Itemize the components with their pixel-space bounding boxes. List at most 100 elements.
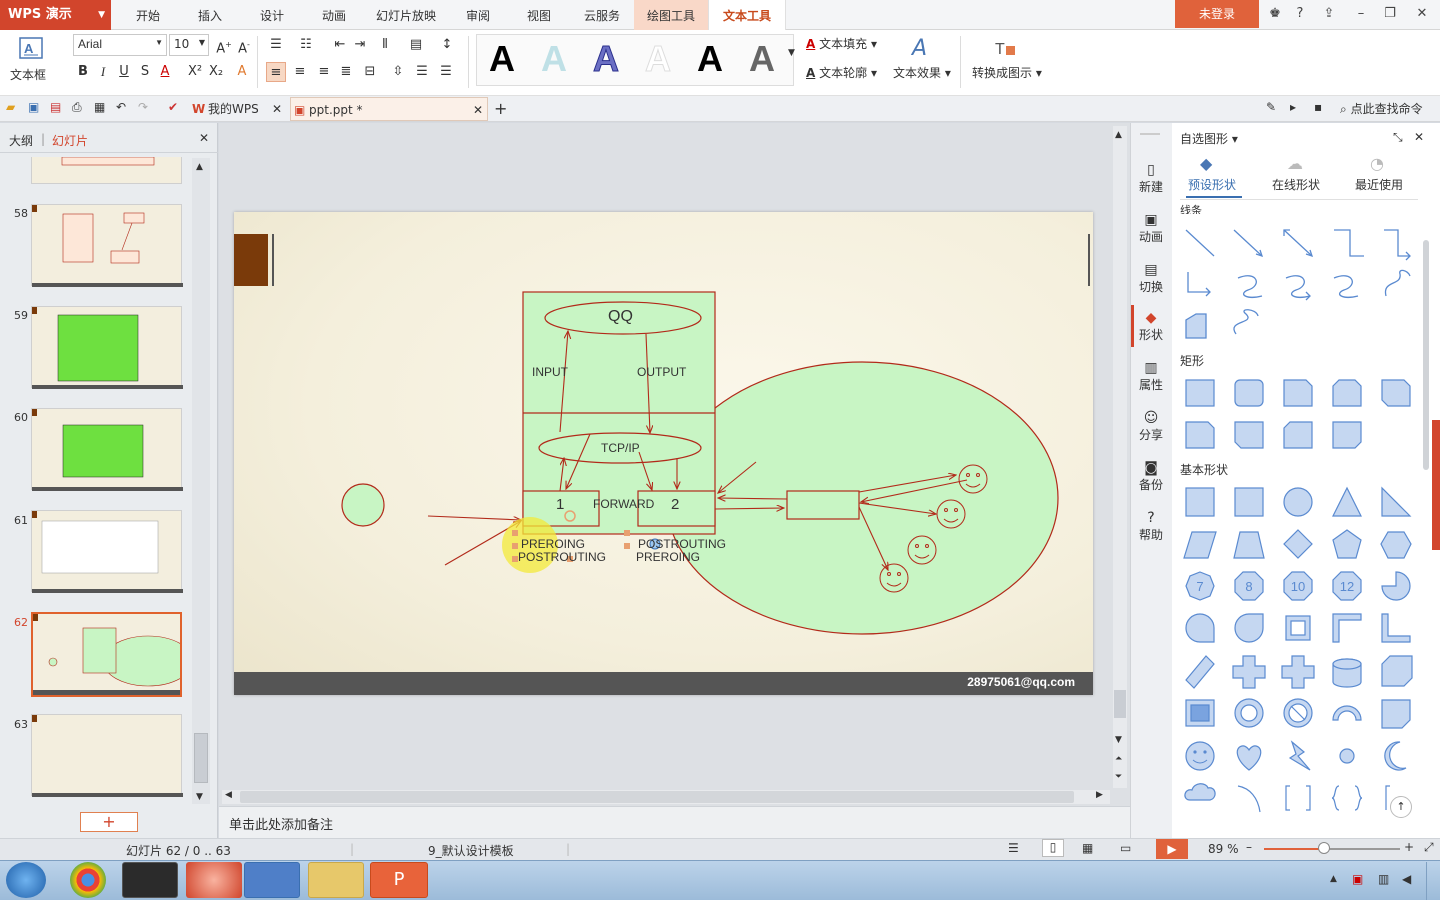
align-center-icon[interactable]: ≡	[290, 62, 310, 82]
doc-tab-mywps[interactable]: W 我的WPS ✕	[190, 97, 286, 121]
network-icon[interactable]: ▣	[1352, 872, 1363, 886]
new-tab-icon[interactable]: +	[494, 99, 507, 118]
italic-icon[interactable]: I	[93, 62, 113, 82]
sidebar-item-animation[interactable]: ▣ 动画	[1130, 212, 1172, 245]
close-icon[interactable]: ✕	[1407, 0, 1437, 28]
scroll-left-icon[interactable]: ◀	[225, 790, 232, 800]
selection-handle[interactable]	[512, 543, 518, 549]
selection-handle[interactable]	[624, 530, 630, 536]
tab-start[interactable]: 开始	[123, 0, 173, 30]
convert-diagram-button[interactable]: 转换成图示 ▾	[972, 64, 1042, 81]
volume-icon[interactable]: ◀	[1402, 872, 1411, 886]
tab-slides[interactable]: 幻灯片	[52, 132, 88, 149]
sidebar-item-help[interactable]: ? 帮助	[1130, 510, 1172, 543]
sidebar-item-shapes[interactable]: ◆ 形状	[1130, 310, 1172, 343]
selection-handle[interactable]	[512, 530, 518, 536]
wordart-style-6[interactable]: A	[738, 34, 786, 84]
scroll-right-icon[interactable]: ▶	[1096, 790, 1103, 800]
show-desktop-button[interactable]	[1426, 862, 1440, 900]
close-tab-icon[interactable]: ✕	[473, 98, 483, 122]
selection-handle[interactable]	[624, 543, 630, 549]
zoom-out-icon[interactable]: –	[1246, 840, 1252, 854]
file-explorer-icon[interactable]	[308, 862, 364, 898]
vertical-scroll-thumb[interactable]	[1114, 690, 1126, 718]
slides-scrollbar[interactable]	[192, 158, 210, 804]
textbox-icon[interactable]: A	[10, 36, 46, 62]
slide-62[interactable]: QQ INPUT OUTPUT TCP/IP 1 FORWARD 2 PRERO…	[234, 212, 1093, 695]
tab-text-tools[interactable]: 文本工具	[708, 0, 786, 31]
shape-panel-scrollbar[interactable]	[1423, 240, 1429, 470]
format-painter-icon[interactable]: ✔	[168, 100, 178, 114]
virtualbox-icon[interactable]	[244, 862, 300, 898]
left-postrouting-label[interactable]: POSTROUTING	[518, 550, 606, 564]
right-prerouting-label[interactable]: PREROING	[636, 550, 700, 564]
text-effect-icon[interactable]: A	[912, 36, 927, 61]
superscript-icon[interactable]: X²	[185, 62, 205, 82]
scroll-up-icon[interactable]: ▲	[1115, 130, 1122, 140]
slide-thumb-58[interactable]	[31, 204, 183, 287]
line-shapes[interactable]	[1185, 229, 1411, 339]
tab-review[interactable]: 审阅	[455, 0, 501, 30]
open-folder-icon[interactable]: ▰	[6, 100, 15, 114]
tab-slideshow[interactable]: 幻灯片放映	[368, 0, 444, 30]
redo-icon[interactable]: ↷	[138, 100, 148, 114]
tab-preset-shapes[interactable]: 预设形状	[1188, 176, 1236, 193]
tab-insert[interactable]: 插入	[185, 0, 235, 30]
text-fill-button[interactable]: A 文本填充 ▾	[806, 35, 877, 52]
convert-diagram-icon[interactable]: T	[993, 36, 1019, 60]
tab-cloud[interactable]: 云服务	[574, 0, 630, 30]
font-color-icon[interactable]: A	[155, 62, 175, 82]
minimize-icon[interactable]: –	[1346, 0, 1376, 28]
shrink-font-icon[interactable]: A-	[234, 35, 254, 56]
normal-view-icon[interactable]: ▯	[1042, 839, 1064, 857]
text-outline-button[interactable]: A 文本轮廓 ▾	[806, 64, 877, 81]
scroll-down-icon[interactable]: ▼	[1115, 735, 1122, 745]
justify-icon[interactable]: ≣	[336, 62, 356, 82]
wordart-style-4[interactable]: A	[634, 34, 682, 84]
doc-tab-ppt[interactable]: ▣ ppt.ppt * ✕	[290, 97, 488, 121]
right-postrouting-label[interactable]: POSTROUTING	[638, 537, 726, 551]
wordart-style-1[interactable]: A	[478, 34, 526, 84]
slide-thumb-63[interactable]	[31, 714, 183, 797]
font-name-select[interactable]: Arial ▼	[73, 34, 167, 56]
scroll-thumb[interactable]	[194, 733, 208, 783]
tab-outline[interactable]: 大纲	[9, 132, 33, 149]
text-effect-button[interactable]: 文本效果 ▾	[893, 64, 951, 81]
text-direction-icon[interactable]: ▤	[406, 35, 426, 55]
zoom-in-icon[interactable]: +	[1404, 840, 1414, 854]
fit-window-icon[interactable]: ⤢	[1424, 840, 1434, 855]
restore-icon[interactable]: ❐	[1375, 0, 1405, 28]
gallery-more-icon[interactable]: ▼	[788, 48, 795, 58]
left-prerouting-label[interactable]: PREROING	[521, 537, 585, 551]
sorter-view-icon[interactable]: ▦	[1082, 841, 1093, 855]
clear-format-icon[interactable]: A	[232, 62, 252, 82]
grow-font-icon[interactable]: A+	[214, 35, 234, 56]
line-spacing-icon[interactable]: ↕	[437, 35, 457, 55]
back-to-top-icon[interactable]: ↑	[1390, 796, 1412, 818]
sidebar-item-properties[interactable]: ▥ 属性	[1130, 360, 1172, 393]
tab-recent-shapes[interactable]: 最近使用	[1355, 176, 1403, 193]
wordart-style-2[interactable]: A	[530, 34, 578, 84]
login-button[interactable]: 未登录	[1175, 0, 1259, 28]
terminal-icon[interactable]	[122, 862, 178, 898]
search-command[interactable]: ⌕ 点此查找命令	[1340, 100, 1423, 117]
tab-drawing-tools[interactable]: 绘图工具	[634, 0, 708, 30]
slide-thumb-62[interactable]	[31, 612, 194, 697]
shadow-icon[interactable]: S	[135, 62, 155, 82]
add-slide-button[interactable]: +	[80, 812, 138, 832]
sidebar-item-transition[interactable]: ▤ 切换	[1130, 262, 1172, 295]
close-panel-icon[interactable]: ✕	[199, 131, 209, 145]
collapse-icon[interactable]: ⤡	[1393, 130, 1403, 145]
display-icon[interactable]: ▥	[1378, 872, 1389, 886]
slide-thumb-60[interactable]	[31, 408, 183, 491]
close-panel-icon[interactable]: ✕	[1414, 130, 1424, 144]
decrease-indent-icon[interactable]: ⇤	[330, 35, 350, 55]
slide-thumb-57[interactable]	[31, 156, 182, 184]
textbox-label[interactable]: 文本框	[10, 66, 46, 83]
start-button-icon[interactable]	[6, 862, 46, 898]
sidebar-item-share[interactable]: ☺ 分享	[1130, 410, 1172, 443]
save-icon[interactable]: ▣	[28, 100, 39, 114]
horizontal-scroll-thumb[interactable]	[240, 791, 1074, 803]
paragraph-spacing-icon[interactable]: ⇳	[388, 62, 408, 82]
vertical-scrollbar[interactable]	[1113, 126, 1127, 788]
